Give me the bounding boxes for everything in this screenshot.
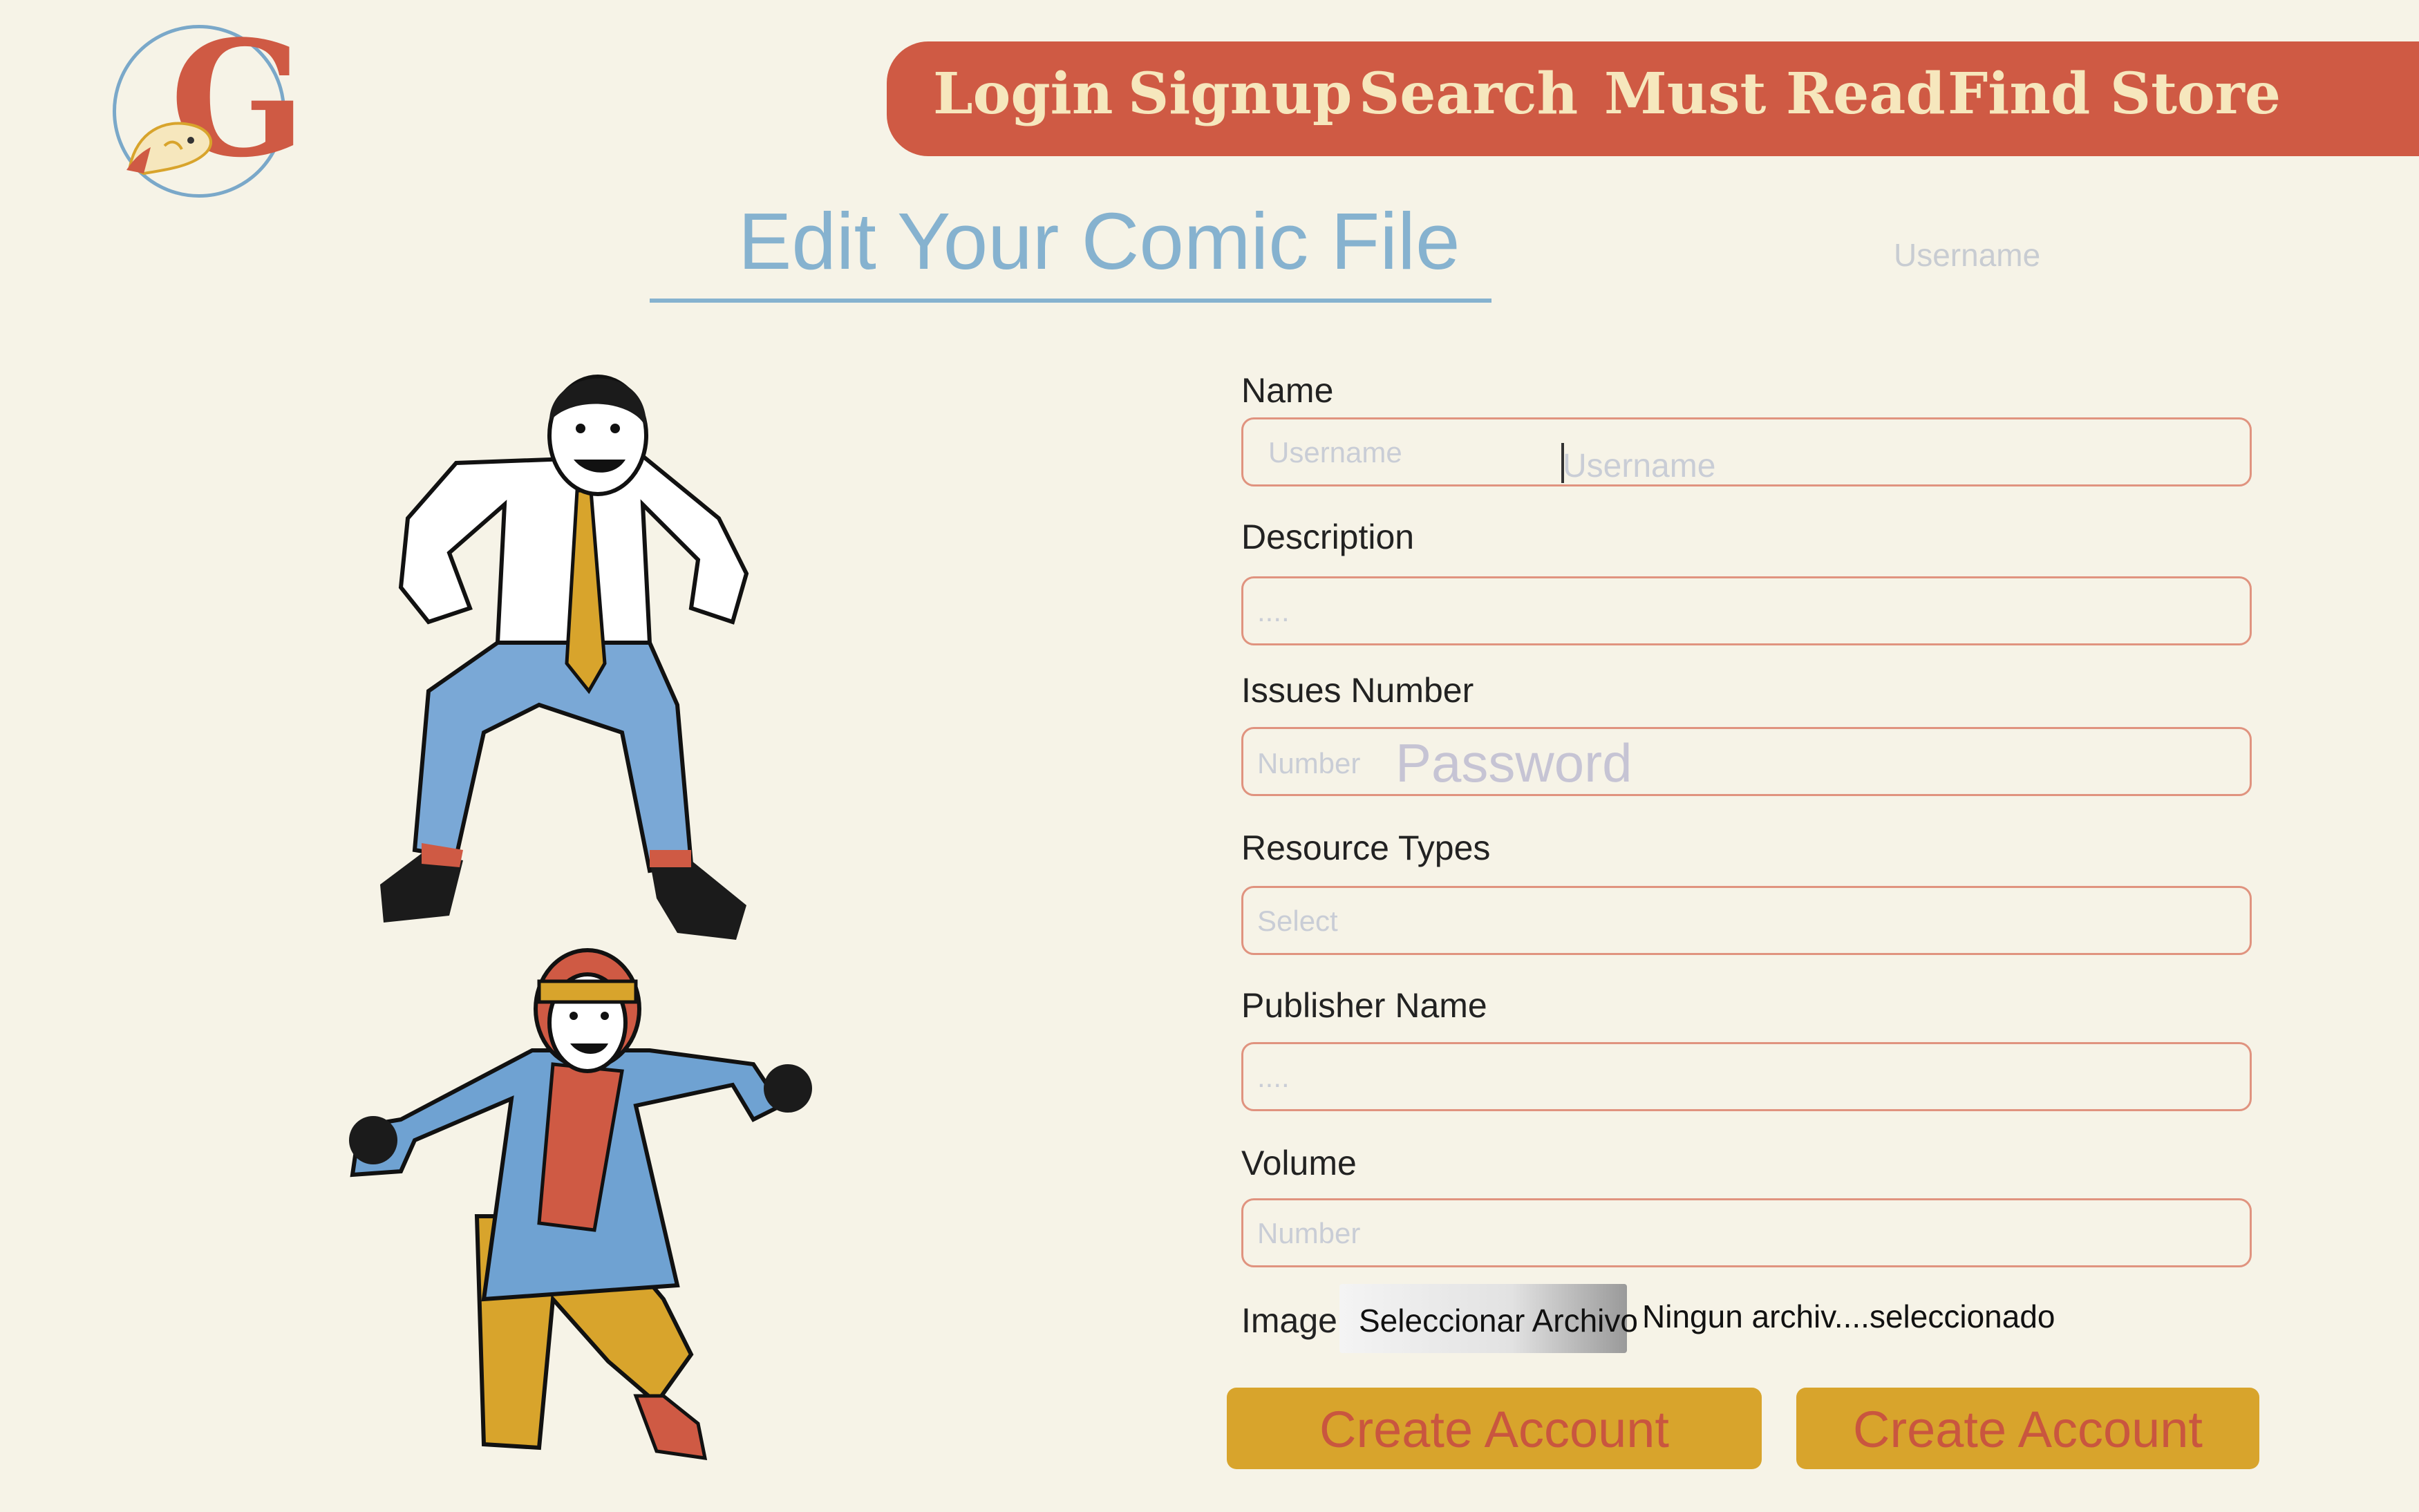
- dancing-man-illustration: [380, 375, 749, 940]
- nav-login[interactable]: Login: [933, 61, 1113, 127]
- volume-label: Volume: [1241, 1144, 1357, 1182]
- create-account-button-left[interactable]: Create Account: [1227, 1388, 1762, 1469]
- description-placeholder: ....: [1257, 595, 1290, 627]
- file-status-text: Ningun archiv....seleccionado: [1642, 1298, 2055, 1334]
- publisher-name-label: Publisher Name: [1241, 986, 1487, 1025]
- name-placeholder: Username: [1268, 436, 1402, 469]
- main-nav: Login Signup Search Must Read Find Store: [887, 41, 2419, 156]
- resource-types-select[interactable]: Select: [1241, 886, 2252, 955]
- choose-file-button[interactable]: Seleccionar Archivo: [1339, 1284, 1638, 1353]
- publisher-placeholder: ....: [1257, 1061, 1290, 1093]
- comic-logo-icon: [126, 122, 213, 176]
- issues-number-label: Issues Number: [1241, 671, 1474, 710]
- volume-input[interactable]: Number: [1241, 1198, 2252, 1267]
- create-account-label-right: Create Account: [1853, 1401, 2203, 1458]
- nav-signup[interactable]: Signup: [1128, 61, 1352, 127]
- create-account-button-right[interactable]: Create Account: [1796, 1388, 2259, 1469]
- resource-types-placeholder: Select: [1257, 905, 1338, 937]
- name-overlay-text: Username: [1563, 448, 1716, 484]
- dancing-woman-illustration: [349, 948, 812, 1460]
- resource-types-label: Resource Types: [1241, 829, 1491, 867]
- image-label: Image:: [1241, 1301, 1347, 1340]
- create-account-label-left: Create Account: [1319, 1401, 1669, 1458]
- page-title: Edit Your Comic File: [738, 196, 1460, 286]
- description-input[interactable]: ....: [1241, 576, 2252, 645]
- nav-must-read[interactable]: Must Read: [1604, 61, 1946, 127]
- issues-placeholder: Number: [1257, 747, 1361, 779]
- description-label: Description: [1241, 518, 1415, 556]
- ghost-username-text: Username: [1894, 237, 2041, 273]
- name-label: Name: [1241, 371, 1334, 410]
- nav-find-store[interactable]: Find Store: [1948, 61, 2281, 127]
- issues-overlay-text: Password: [1395, 733, 1632, 793]
- nav-search[interactable]: Search: [1359, 61, 1578, 127]
- volume-placeholder: Number: [1257, 1217, 1361, 1249]
- publisher-name-input[interactable]: ....: [1241, 1042, 2252, 1111]
- title-underline: [650, 299, 1491, 303]
- name-input[interactable]: Username Username: [1241, 417, 2252, 486]
- choose-file-label: Seleccionar Archivo: [1359, 1303, 1638, 1339]
- site-logo[interactable]: G: [113, 20, 305, 198]
- issues-number-input[interactable]: Number Password: [1241, 727, 2252, 796]
